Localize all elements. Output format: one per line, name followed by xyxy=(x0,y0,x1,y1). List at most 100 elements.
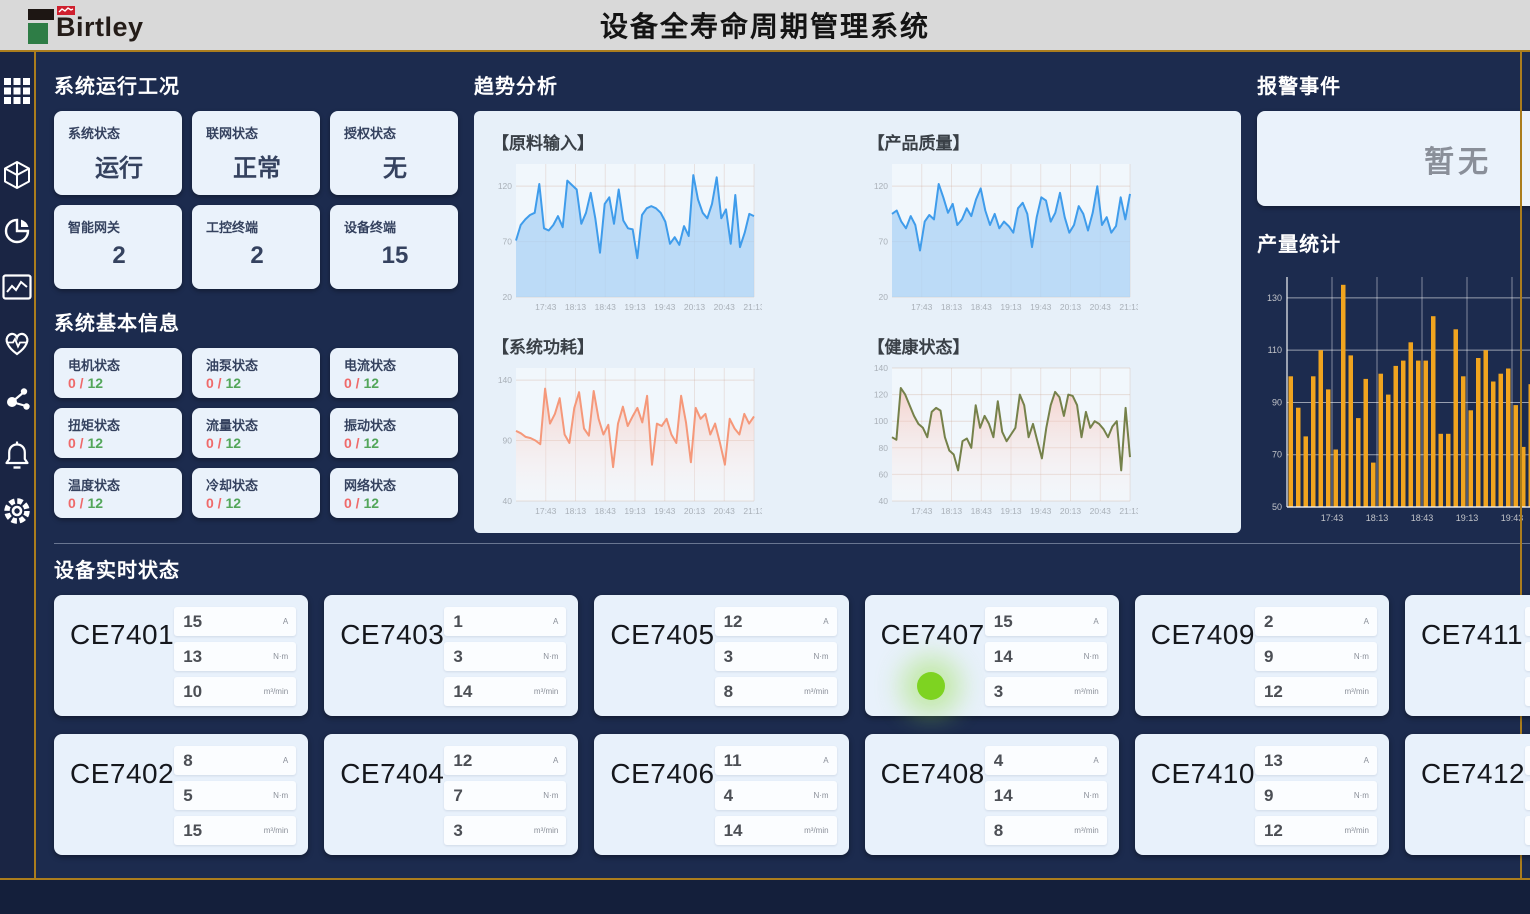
info-card-value: 0 / 12 xyxy=(206,495,310,511)
svg-text:90: 90 xyxy=(503,436,513,446)
info-card-value: 0 / 12 xyxy=(68,495,172,511)
status-card-label: 设备终端 xyxy=(344,217,446,236)
sidebar-item-alarm[interactable] xyxy=(0,438,34,472)
device-readings: 8 A 5 N·m 15 m³/min xyxy=(174,746,296,845)
device-reading-row: 10 m³/min xyxy=(1525,816,1530,845)
device-reading-unit: A xyxy=(1364,617,1369,626)
info-card-value: 0 / 12 xyxy=(344,495,448,511)
info-card: 电机状态 0 / 12 xyxy=(54,348,182,398)
device-readings: 4 A 14 N·m 8 m³/min xyxy=(985,746,1107,845)
device-readings: 10 A 15 N·m 11 m³/min xyxy=(1525,607,1530,706)
device-reading-unit: m³/min xyxy=(804,826,828,835)
trend-chart-plot: 207012017:4318:1318:4319:1319:4320:1320:… xyxy=(490,156,850,319)
device-reading-unit: N·m xyxy=(543,791,558,800)
device-readings: 12 A 7 N·m 3 m³/min xyxy=(444,746,566,845)
sidebar-item-network[interactable] xyxy=(0,382,34,416)
device-reading-row: 4 A xyxy=(985,746,1107,775)
device-reading-unit: A xyxy=(553,756,558,765)
device-reading-unit: m³/min xyxy=(264,687,288,696)
device-reading-unit: N·m xyxy=(273,652,288,661)
svg-text:20:13: 20:13 xyxy=(684,506,706,516)
svg-text:60: 60 xyxy=(878,469,888,479)
main-content: 系统运行工况 系统状态 运行 联网状态 正常 授权状态 无 智能网关 2 工控终… xyxy=(36,52,1530,878)
device-card[interactable]: CE7407 15 A 14 N·m 3 m³/min xyxy=(865,595,1119,716)
device-reading-row: 15 N·m xyxy=(1525,642,1530,671)
device-reading-row: 7 N·m xyxy=(444,781,566,810)
status-card-value: 运行 xyxy=(68,148,170,183)
device-reading-unit: m³/min xyxy=(1344,687,1368,696)
svg-text:19:43: 19:43 xyxy=(1030,506,1052,516)
device-reading-row: 3 m³/min xyxy=(444,816,566,845)
sidebar-item-trend[interactable] xyxy=(0,270,34,304)
device-reading-row: 12 m³/min xyxy=(1255,677,1377,706)
device-name: CE7405 xyxy=(610,619,714,706)
device-card[interactable]: CE7406 11 A 4 N·m 14 m³/min xyxy=(594,734,848,855)
device-name: CE7409 xyxy=(1151,619,1255,706)
device-reading-value: 4 xyxy=(994,751,1003,771)
status-card-value: 2 xyxy=(206,242,308,270)
svg-text:120: 120 xyxy=(873,390,887,400)
svg-text:18:43: 18:43 xyxy=(970,302,992,312)
status-card: 设备终端 15 xyxy=(330,205,458,289)
status-card-label: 工控终端 xyxy=(206,217,308,236)
device-reading-unit: A xyxy=(553,617,558,626)
device-card[interactable]: CE7410 13 A 9 N·m 12 m³/min xyxy=(1135,734,1389,855)
device-reading-row: 5 N·m xyxy=(174,781,296,810)
device-card[interactable]: CE7401 15 A 13 N·m 10 m³/min xyxy=(54,595,308,716)
sidebar-item-health[interactable] xyxy=(0,326,34,360)
device-reading-row: 2 A xyxy=(1255,607,1377,636)
info-card: 振动状态 0 / 12 xyxy=(330,408,458,458)
device-card[interactable]: CE7411 10 A 15 N·m 11 m³/min xyxy=(1405,595,1530,716)
svg-text:21:13: 21:13 xyxy=(743,302,762,312)
device-reading-value: 3 xyxy=(453,821,462,841)
device-card[interactable]: CE7408 4 A 14 N·m 8 m³/min xyxy=(865,734,1119,855)
trend-chart-plot: 207012017:4318:1318:4319:1319:4320:1320:… xyxy=(866,156,1226,319)
svg-text:17:43: 17:43 xyxy=(1321,513,1344,523)
info-card-value: 0 / 12 xyxy=(344,375,448,391)
alarm-empty-text: 暂无 xyxy=(1424,137,1492,181)
device-card[interactable]: CE7412 6 A 15 N·m 10 m³/min xyxy=(1405,734,1530,855)
trend-chart-raw-input: 【原料输入】207012017:4318:1318:4319:1319:4320… xyxy=(490,123,850,319)
info-card-value: 0 / 12 xyxy=(68,435,172,451)
svg-text:70: 70 xyxy=(503,237,513,247)
device-reading-unit: A xyxy=(1093,617,1098,626)
status-card: 联网状态 正常 xyxy=(192,111,320,195)
device-card[interactable]: CE7403 1 A 3 N·m 14 m³/min xyxy=(324,595,578,716)
svg-text:20: 20 xyxy=(878,292,888,302)
trend-panel: 【原料输入】207012017:4318:1318:4319:1319:4320… xyxy=(474,111,1241,533)
svg-text:19:13: 19:13 xyxy=(1000,506,1022,516)
device-name: CE7406 xyxy=(610,758,714,845)
device-card[interactable]: CE7409 2 A 9 N·m 12 m³/min xyxy=(1135,595,1389,716)
info-card-label: 振动状态 xyxy=(344,415,448,434)
status-card: 系统状态 运行 xyxy=(54,111,182,195)
device-card[interactable]: CE7402 8 A 5 N·m 15 m³/min xyxy=(54,734,308,855)
sidebar-item-statistics[interactable] xyxy=(0,214,34,248)
device-readings: 11 A 4 N·m 14 m³/min xyxy=(715,746,837,845)
status-card-label: 授权状态 xyxy=(344,123,446,142)
svg-text:21:13: 21:13 xyxy=(743,506,762,516)
device-reading-unit: N·m xyxy=(1354,652,1369,661)
svg-text:17:43: 17:43 xyxy=(911,302,933,312)
device-reading-value: 2 xyxy=(1264,612,1273,632)
device-reading-row: 9 N·m xyxy=(1255,642,1377,671)
device-card[interactable]: CE7405 12 A 3 N·m 8 m³/min xyxy=(594,595,848,716)
device-reading-value: 12 xyxy=(1264,821,1283,841)
device-reading-unit: m³/min xyxy=(534,826,558,835)
device-name: CE7403 xyxy=(340,619,444,706)
svg-text:100: 100 xyxy=(873,416,887,426)
device-card[interactable]: CE7404 12 A 7 N·m 3 m³/min xyxy=(324,734,578,855)
sidebar-item-settings[interactable] xyxy=(0,494,34,528)
device-readings: 2 A 9 N·m 12 m³/min xyxy=(1255,607,1377,706)
network-nodes-icon xyxy=(3,385,31,413)
device-name: CE7402 xyxy=(70,758,174,845)
svg-text:19:13: 19:13 xyxy=(1000,302,1022,312)
device-reading-value: 12 xyxy=(1264,682,1283,702)
svg-text:18:43: 18:43 xyxy=(1411,513,1434,523)
device-reading-row: 3 m³/min xyxy=(985,677,1107,706)
device-reading-row: 9 N·m xyxy=(1255,781,1377,810)
device-reading-value: 15 xyxy=(994,612,1013,632)
svg-text:19:13: 19:13 xyxy=(624,302,646,312)
device-reading-row: 10 m³/min xyxy=(174,677,296,706)
sidebar-item-model[interactable] xyxy=(0,158,34,192)
sidebar-item-apps[interactable] xyxy=(0,74,34,108)
